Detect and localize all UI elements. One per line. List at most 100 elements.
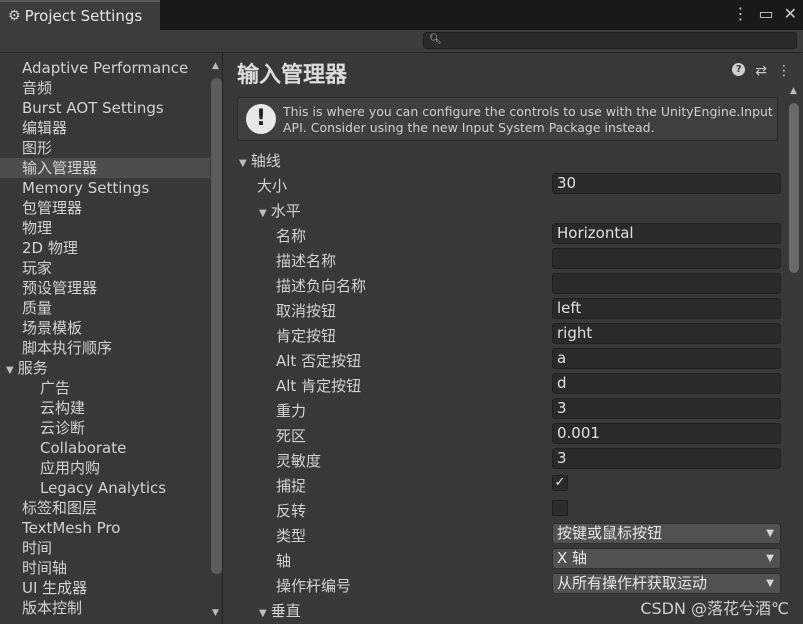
sidebar-item-services[interactable]: ▼ 服务 <box>0 358 210 378</box>
help-box-text: This is where you can configure the cont… <box>283 104 773 135</box>
sidebar-item-label: 脚本执行顺序 <box>22 339 113 357</box>
scroll-down-icon[interactable]: ▼ <box>212 608 219 618</box>
sidebar-item-scene-template[interactable]: 场景模板 <box>0 318 210 338</box>
window-titlebar: ⚙ Project Settings ⋮ ▭ ✕ <box>0 0 803 31</box>
scroll-up-icon[interactable]: ▲ <box>790 86 797 96</box>
sidebar-item-label: 质量 <box>22 299 53 317</box>
sidebar-item-quality[interactable]: 质量 <box>0 298 210 318</box>
sidebar-item-burst-aot[interactable]: Burst AOT Settings <box>0 98 210 118</box>
type-dropdown-value: 按键或鼠标按钮 <box>557 524 663 542</box>
name-field[interactable]: Horizontal <box>552 223 781 244</box>
sidebar-item-input-manager[interactable]: 输入管理器 <box>0 158 210 178</box>
caret-down-icon[interactable]: ▼ <box>239 158 247 169</box>
negative-button-field[interactable]: left <box>552 298 781 319</box>
sidebar-item-graphics[interactable]: 图形 <box>0 138 210 158</box>
sidebar-item-timeline[interactable]: 时间轴 <box>0 558 210 578</box>
sidebar-item-label: 标签和图层 <box>22 499 98 517</box>
sidebar-item-time[interactable]: 时间 <box>0 538 210 558</box>
snap-checkbox[interactable]: ✓ <box>552 475 568 491</box>
sidebar-item-collaborate[interactable]: Collaborate <box>0 438 210 458</box>
maximize-icon[interactable]: ▭ <box>758 4 773 24</box>
settings-main-panel: 输入管理器 ? ⇄ ⋮ ! This is where you can conf… <box>223 53 803 624</box>
sidebar-item-physics-2d[interactable]: 2D 物理 <box>0 238 210 258</box>
joy-num-label: 操作杆编号 <box>276 577 352 595</box>
sidebar-item-label: 预设管理器 <box>22 279 98 297</box>
axis-dropdown-value: X 轴 <box>557 549 588 567</box>
descriptive-name-field[interactable] <box>552 248 781 269</box>
alt-positive-button-field[interactable]: d <box>552 373 781 394</box>
gravity-field[interactable]: 3 <box>552 398 781 419</box>
positive-button-label: 肯定按钮 <box>276 327 337 345</box>
caret-down-icon[interactable]: ▼ <box>6 365 14 376</box>
sidebar-item-adaptive-performance[interactable]: Adaptive Performance <box>0 58 210 78</box>
window-tab[interactable]: ⚙ Project Settings <box>0 0 160 30</box>
main-scrollbar-thumb[interactable] <box>789 103 799 273</box>
alt-negative-button-row: Alt 否定按钮 a <box>223 346 783 371</box>
kebab-menu-icon[interactable]: ⋮ <box>777 63 791 79</box>
axis-label: 轴 <box>276 552 292 570</box>
kebab-menu-icon[interactable]: ⋮ <box>732 4 748 24</box>
descriptive-negative-name-field[interactable] <box>552 273 781 294</box>
sidebar-item-ads[interactable]: 广告 <box>0 378 210 398</box>
snap-label: 捕捉 <box>276 477 307 495</box>
caret-down-icon[interactable]: ▼ <box>259 608 267 619</box>
sidebar-item-editor[interactable]: 编辑器 <box>0 118 210 138</box>
sidebar-item-audio[interactable]: 音频 <box>0 78 210 98</box>
sidebar-item-legacy-analytics[interactable]: Legacy Analytics <box>0 478 210 498</box>
size-label: 大小 <box>257 177 288 195</box>
joy-num-dropdown-value: 从所有操作杆获取运动 <box>557 574 708 592</box>
axis-dropdown[interactable]: X 轴 ▼ <box>552 548 781 569</box>
dead-zone-field[interactable]: 0.001 <box>552 423 781 444</box>
sidebar-item-label: Legacy Analytics <box>40 479 167 497</box>
close-icon[interactable]: ✕ <box>784 4 797 24</box>
negative-button-row: 取消按钮 left <box>223 296 783 321</box>
sidebar-item-label: Memory Settings <box>22 179 150 197</box>
sidebar-item-script-execution-order[interactable]: 脚本执行顺序 <box>0 338 210 358</box>
settings-sidebar: Adaptive Performance 音频 Burst AOT Settin… <box>0 53 223 624</box>
axis-row: 轴 X 轴 ▼ <box>223 546 783 571</box>
sidebar-item-preset-manager[interactable]: 预设管理器 <box>0 278 210 298</box>
sidebar-item-in-app-purchasing[interactable]: 应用内购 <box>0 458 210 478</box>
sidebar-item-cloud-build[interactable]: 云构建 <box>0 398 210 418</box>
presets-icon[interactable]: ⇄ <box>755 63 767 79</box>
sidebar-item-cloud-diagnostics[interactable]: 云诊断 <box>0 418 210 438</box>
sidebar-item-package-manager[interactable]: 包管理器 <box>0 198 210 218</box>
sidebar-scrollbar-thumb[interactable] <box>211 78 222 574</box>
snap-row: 捕捉 ✓ <box>223 471 783 496</box>
joy-num-dropdown[interactable]: 从所有操作杆获取运动 ▼ <box>552 573 781 594</box>
header-icons: ? ⇄ ⋮ <box>732 63 791 79</box>
axes-foldout[interactable]: ▼ 轴线 <box>223 146 783 171</box>
sidebar-item-label: UI 生成器 <box>22 579 88 597</box>
descriptive-name-row: 描述名称 <box>223 246 783 271</box>
sidebar-item-player[interactable]: 玩家 <box>0 258 210 278</box>
sidebar-item-ui-builder[interactable]: UI 生成器 <box>0 578 210 598</box>
sidebar-item-memory-settings[interactable]: Memory Settings <box>0 178 210 198</box>
sidebar-item-tags-layers[interactable]: 标签和图层 <box>0 498 210 518</box>
sidebar-item-physics[interactable]: 物理 <box>0 218 210 238</box>
chevron-down-icon: ▼ <box>766 553 774 564</box>
caret-down-icon[interactable]: ▼ <box>259 208 267 219</box>
negative-button-label: 取消按钮 <box>276 302 337 320</box>
sidebar-item-label: 场景模板 <box>22 319 83 337</box>
sidebar-item-label: TextMesh Pro <box>22 519 121 537</box>
size-field[interactable]: 30 <box>552 173 781 194</box>
name-label: 名称 <box>276 227 307 245</box>
help-icon[interactable]: ? <box>732 63 746 76</box>
sidebar-item-label: 时间 <box>22 539 53 557</box>
positive-button-field[interactable]: right <box>552 323 781 344</box>
sidebar-item-label: 云构建 <box>40 399 86 417</box>
type-dropdown[interactable]: 按键或鼠标按钮 ▼ <box>552 523 781 544</box>
scroll-up-icon[interactable]: ▲ <box>212 61 219 71</box>
alt-negative-button-field[interactable]: a <box>552 348 781 369</box>
search-input[interactable]: 🔍︎ <box>423 32 797 49</box>
invert-checkbox[interactable] <box>552 500 568 516</box>
descriptive-negative-name-label: 描述负向名称 <box>276 277 367 295</box>
horizontal-label: 水平 <box>270 202 301 220</box>
sidebar-item-label: 包管理器 <box>22 199 83 217</box>
sensitivity-field[interactable]: 3 <box>552 448 781 469</box>
vertical-label: 垂直 <box>270 602 301 620</box>
sidebar-item-version-control[interactable]: 版本控制 <box>0 598 210 618</box>
horizontal-foldout[interactable]: ▼ 水平 <box>223 196 783 221</box>
alt-positive-button-row: Alt 肯定按钮 d <box>223 371 783 396</box>
sidebar-item-textmesh-pro[interactable]: TextMesh Pro <box>0 518 210 538</box>
